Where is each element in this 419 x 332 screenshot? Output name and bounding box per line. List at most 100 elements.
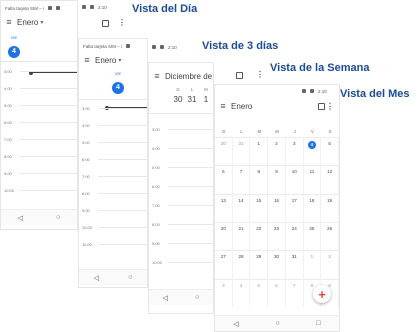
back-icon[interactable]: ◁ [163,294,168,302]
month-title[interactable]: Enero [17,18,38,27]
day-number: 8 [310,282,314,288]
day-cell[interactable]: 30 [268,250,286,279]
home-icon[interactable]: ○ [56,214,60,221]
day-number: 30 [220,141,226,146]
status-time: 2:10 [98,4,107,10]
day-cell[interactable]: 27 [215,250,233,279]
day-number: 27 [220,254,226,260]
day-cell[interactable]: 2 [321,250,339,279]
day-cell[interactable]: 28 [232,250,251,279]
day-cell[interactable]: 30 [215,137,233,166]
day-cell[interactable]: 2 [268,137,286,166]
calendar-today-icon[interactable] [236,72,243,79]
hour-gridline [98,176,147,177]
chevron-down-icon[interactable]: ▾ [118,57,121,64]
day-cell[interactable]: 22 [250,222,269,251]
day-cell[interactable]: 6 [215,165,233,194]
day-header[interactable]: VIE 4 [7,35,21,58]
chevron-down-icon[interactable]: ▾ [40,19,43,26]
day-cell[interactable]: 7 [285,278,304,307]
week-day-number[interactable]: 31 [185,95,199,104]
day-header[interactable]: VIE 4 [111,71,125,94]
day-cell[interactable]: 21 [232,222,251,251]
day-cell[interactable]: 14 [232,193,251,222]
day-cell[interactable]: 15 [250,193,269,222]
month-title[interactable]: Enero [95,56,116,65]
more-vert-icon[interactable]: ⋮ [325,102,335,111]
day-cell[interactable]: 25 [303,222,322,251]
calendar-today-icon[interactable] [102,20,109,27]
hamburger-menu-icon[interactable]: ≡ [79,55,95,65]
time-label: 6:00 [4,120,12,125]
day-cell[interactable]: 17 [285,193,304,222]
day-cell[interactable]: 11 [303,165,322,194]
day-cell[interactable]: 10 [285,165,304,194]
add-icon[interactable]: + [313,285,331,303]
day-cell[interactable]: 4 [232,278,251,307]
day-cell[interactable]: 20 [215,222,233,251]
time-label: 11:00 [82,242,92,247]
day-cell[interactable]: 3 [215,278,233,307]
day-cell[interactable]: 18 [303,193,322,222]
day-cell[interactable]: 13 [215,193,233,222]
day-cell[interactable]: 8 [250,165,269,194]
day-cell[interactable]: 5 [250,278,269,307]
week-day-number[interactable]: 1 [199,95,213,104]
alarm-icon [302,89,306,93]
day-number: 7 [239,169,243,175]
day-number: 22 [256,226,262,231]
day-cell[interactable]: 4 [303,137,322,166]
hour-gridline [20,190,77,191]
day-cell[interactable]: 12 [321,165,339,194]
day-cell[interactable]: 16 [268,193,286,222]
day-number: 6 [275,282,278,288]
time-label: 10:00 [4,188,15,193]
hamburger-menu-icon[interactable]: ≡ [215,101,231,111]
sim-icon [48,6,53,10]
day-number: 17 [291,197,297,203]
month-title[interactable]: Diciembre de [165,72,212,81]
day-cell[interactable]: 3 [285,137,304,166]
day-cell[interactable]: 24 [285,222,304,251]
nav-bar: ◁ ○ [79,269,147,285]
more-vert-icon[interactable]: ⋮ [256,70,264,79]
day-cell[interactable]: 31 [285,250,304,279]
week-day-head: L [190,87,194,92]
hour-gridline [168,243,213,244]
day-cell[interactable]: 1 [250,137,269,166]
day-cell[interactable]: 5 [321,137,339,166]
day-cell[interactable]: 29 [250,250,269,279]
home-icon[interactable]: ○ [128,274,132,281]
day-cell[interactable]: 31 [232,137,251,166]
home-icon[interactable]: ○ [195,294,199,301]
week-day-head: M [204,87,208,92]
week-day-numbers: 30 31 1 [171,95,213,104]
week-day-number[interactable]: 30 [171,95,185,104]
more-vert-icon[interactable]: ⋮ [118,18,126,27]
hamburger-menu-icon[interactable]: ≡ [1,17,17,27]
day-number: 31 [291,254,297,260]
day-cell[interactable]: 7 [232,165,251,194]
day-cell[interactable]: 1 [303,250,322,279]
day-cell[interactable]: 9 [268,165,286,194]
day-cell[interactable]: 26 [321,222,339,251]
day-cell[interactable]: 6 [268,278,286,307]
alarm-icon [82,5,86,9]
day-of-week: VIE [114,71,122,76]
back-icon[interactable]: ◁ [233,320,238,328]
month-title[interactable]: Enero [231,102,252,111]
weekday-header: M [257,129,262,134]
back-icon[interactable]: ◁ [18,214,23,222]
day-number: 10 [291,169,297,175]
recents-icon[interactable]: □ [316,320,320,327]
hamburger-menu-icon[interactable]: ≡ [149,71,165,81]
day-cell[interactable]: 19 [321,193,339,222]
back-icon[interactable]: ◁ [94,274,99,282]
calendar-today-icon[interactable] [318,102,325,110]
weekday-header: S [328,129,332,134]
day-number: 19 [327,197,333,203]
weekday-header: V [311,129,314,134]
day-cell[interactable]: 23 [268,222,286,251]
home-icon[interactable]: ○ [275,320,279,327]
hour-gridline [98,159,147,160]
